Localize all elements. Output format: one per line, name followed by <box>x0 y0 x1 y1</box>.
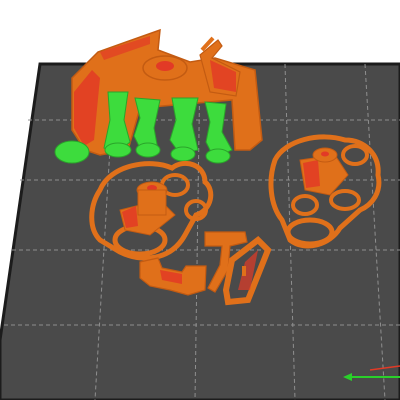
preview-scene[interactable] <box>0 0 400 400</box>
slicer-3d-viewport[interactable] <box>0 0 400 400</box>
clip-tab <box>242 266 246 276</box>
housing-boss-hole <box>156 61 174 71</box>
